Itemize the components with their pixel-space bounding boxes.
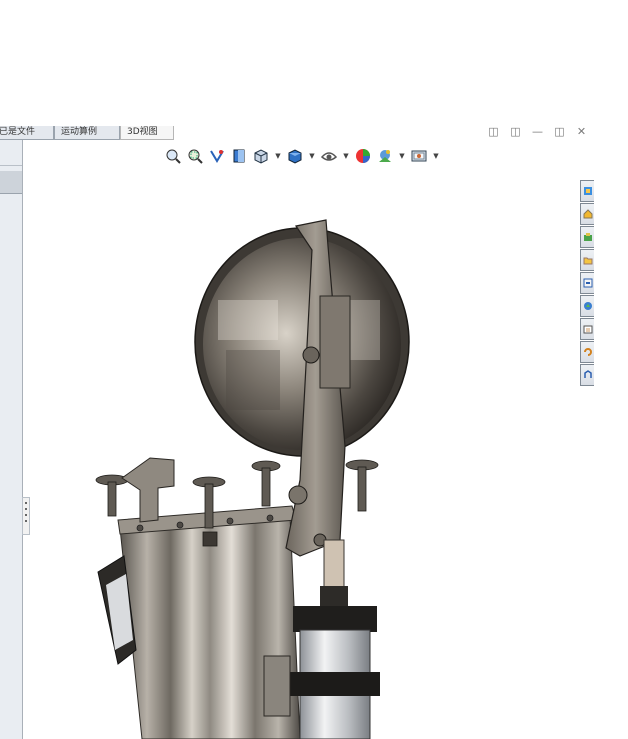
vessel-lid bbox=[194, 227, 410, 457]
panel-collapse-handle[interactable] bbox=[22, 497, 30, 535]
solidworks-resources-icon[interactable] bbox=[580, 180, 594, 202]
task-pane-tabs bbox=[580, 180, 594, 387]
view-settings-icon[interactable] bbox=[410, 147, 428, 165]
custom-properties-icon[interactable] bbox=[580, 295, 594, 317]
tile-icon[interactable]: ◫ bbox=[509, 126, 522, 138]
apply-scene-icon[interactable] bbox=[376, 147, 394, 165]
forum-icon[interactable] bbox=[580, 364, 594, 386]
zoom-to-fit-icon[interactable] bbox=[164, 147, 182, 165]
view-palette-icon[interactable] bbox=[580, 249, 594, 271]
maximize-icon[interactable]: ◫ bbox=[553, 126, 566, 138]
view-settings-dropdown-icon[interactable]: ▼ bbox=[432, 152, 440, 160]
heads-up-view-toolbar: ▼ ▼ ▼ ▼ ▼ bbox=[164, 147, 440, 165]
edit-appearance-icon[interactable] bbox=[354, 147, 372, 165]
close-icon[interactable]: ✕ bbox=[575, 126, 588, 138]
document-recovery-icon[interactable] bbox=[580, 341, 594, 363]
design-library-icon[interactable] bbox=[580, 203, 594, 225]
hide-show-items-dropdown-icon[interactable]: ▼ bbox=[342, 152, 350, 160]
minimize-icon[interactable]: — bbox=[531, 126, 544, 138]
tab-model[interactable]: 已是文件 bbox=[0, 126, 54, 140]
panel-header bbox=[0, 145, 22, 166]
zoom-to-area-icon[interactable] bbox=[186, 147, 204, 165]
section-view-icon[interactable] bbox=[230, 147, 248, 165]
feature-manager-panel bbox=[0, 140, 23, 739]
document-tabs: 已是文件 运动算例 3D视图 bbox=[0, 126, 174, 140]
file-explorer-icon[interactable] bbox=[580, 226, 594, 248]
view-orientation-dropdown-icon[interactable]: ▼ bbox=[274, 152, 282, 160]
toolbox-icon[interactable] bbox=[580, 318, 594, 340]
tab-motion-study[interactable]: 运动算例 bbox=[54, 126, 120, 140]
hide-show-items-icon[interactable] bbox=[320, 147, 338, 165]
view-orientation-icon[interactable] bbox=[252, 147, 270, 165]
model-viewport[interactable] bbox=[0, 0, 628, 739]
display-style-dropdown-icon[interactable]: ▼ bbox=[308, 152, 316, 160]
display-style-icon[interactable] bbox=[286, 147, 304, 165]
restore-icon[interactable]: ◫ bbox=[487, 126, 500, 138]
panel-toolbar[interactable] bbox=[0, 171, 22, 194]
tab-3d-views[interactable]: 3D视图 bbox=[120, 126, 174, 140]
window-controls: ◫ ◫ — ◫ ✕ bbox=[487, 126, 588, 138]
previous-view-icon[interactable] bbox=[208, 147, 226, 165]
appearances-icon[interactable] bbox=[580, 272, 594, 294]
apply-scene-dropdown-icon[interactable]: ▼ bbox=[398, 152, 406, 160]
